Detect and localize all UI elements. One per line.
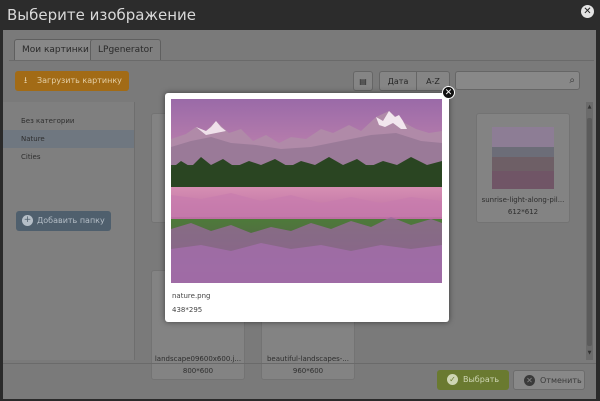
scroll-thumb[interactable] <box>587 118 592 346</box>
image-card[interactable]: sunrise-light-along-pil... 612*612 <box>476 113 570 223</box>
image-preview-popup: nature.png 438*295 <box>165 93 449 322</box>
image-size: 612*612 <box>507 208 539 216</box>
sort-date-button[interactable]: Дата <box>379 71 417 91</box>
image-size: 960*600 <box>292 367 324 375</box>
category-uncategorized[interactable]: Без категории <box>3 112 134 130</box>
scrollbar[interactable]: ▲ ▼ <box>586 102 593 360</box>
search-icon: ⌕ <box>569 75 575 86</box>
close-icon[interactable]: ✕ <box>581 5 594 18</box>
preview-image <box>171 99 442 283</box>
upload-icon: ⭳ <box>24 76 28 86</box>
footer-divider <box>3 363 596 364</box>
tab-divider <box>9 60 594 61</box>
preview-dimensions: 438*295 <box>172 306 203 314</box>
select-label: Выбрать <box>463 375 500 384</box>
close-icon[interactable]: ✕ <box>442 86 455 99</box>
upload-image-button[interactable]: ⭳ Загрузить картинку <box>15 71 129 91</box>
image-size: 800*600 <box>182 367 214 375</box>
image-name: landscape09600x600.j... <box>154 355 242 363</box>
category-cities[interactable]: Cities <box>3 148 134 166</box>
view-toggle-button[interactable]: ▤ <box>353 71 373 91</box>
cancel-icon: ✕ <box>524 375 535 386</box>
add-folder-button[interactable]: + Добавить папку <box>16 211 111 231</box>
cancel-button[interactable]: ✕ Отменить <box>513 370 585 390</box>
modal-overlay: Выберите изображение ✕ Мои картинки LPge… <box>0 0 600 401</box>
category-sidebar: Без категории Nature Cities + Добавить п… <box>3 102 135 360</box>
category-nature[interactable]: Nature <box>3 130 134 148</box>
check-icon: ✓ <box>447 374 458 385</box>
window-title: Выберите изображение <box>7 6 197 24</box>
upload-label: Загрузить картинку <box>37 76 122 85</box>
image-thumbnail <box>492 127 554 189</box>
tab-lpgenerator[interactable]: LPgenerator <box>90 39 161 61</box>
image-name: sunrise-light-along-pil... <box>481 196 565 204</box>
plus-icon: + <box>22 215 33 226</box>
select-button[interactable]: ✓ Выбрать <box>437 370 509 390</box>
search-input[interactable]: ⌕ <box>455 71 580 90</box>
tab-my-images[interactable]: Мои картинки <box>14 39 97 61</box>
add-folder-label: Добавить папку <box>37 216 105 225</box>
cancel-label: Отменить <box>540 376 582 385</box>
image-name: beautiful-landscapes-... <box>266 355 350 363</box>
scroll-down-icon[interactable]: ▼ <box>586 350 593 356</box>
title-bar: Выберите изображение ✕ <box>0 0 600 30</box>
scroll-up-icon[interactable]: ▲ <box>586 104 593 110</box>
preview-file-name: nature.png <box>172 292 211 300</box>
tab-bar: Мои картинки LPgenerator <box>3 30 596 61</box>
grid-icon: ▤ <box>359 77 367 86</box>
